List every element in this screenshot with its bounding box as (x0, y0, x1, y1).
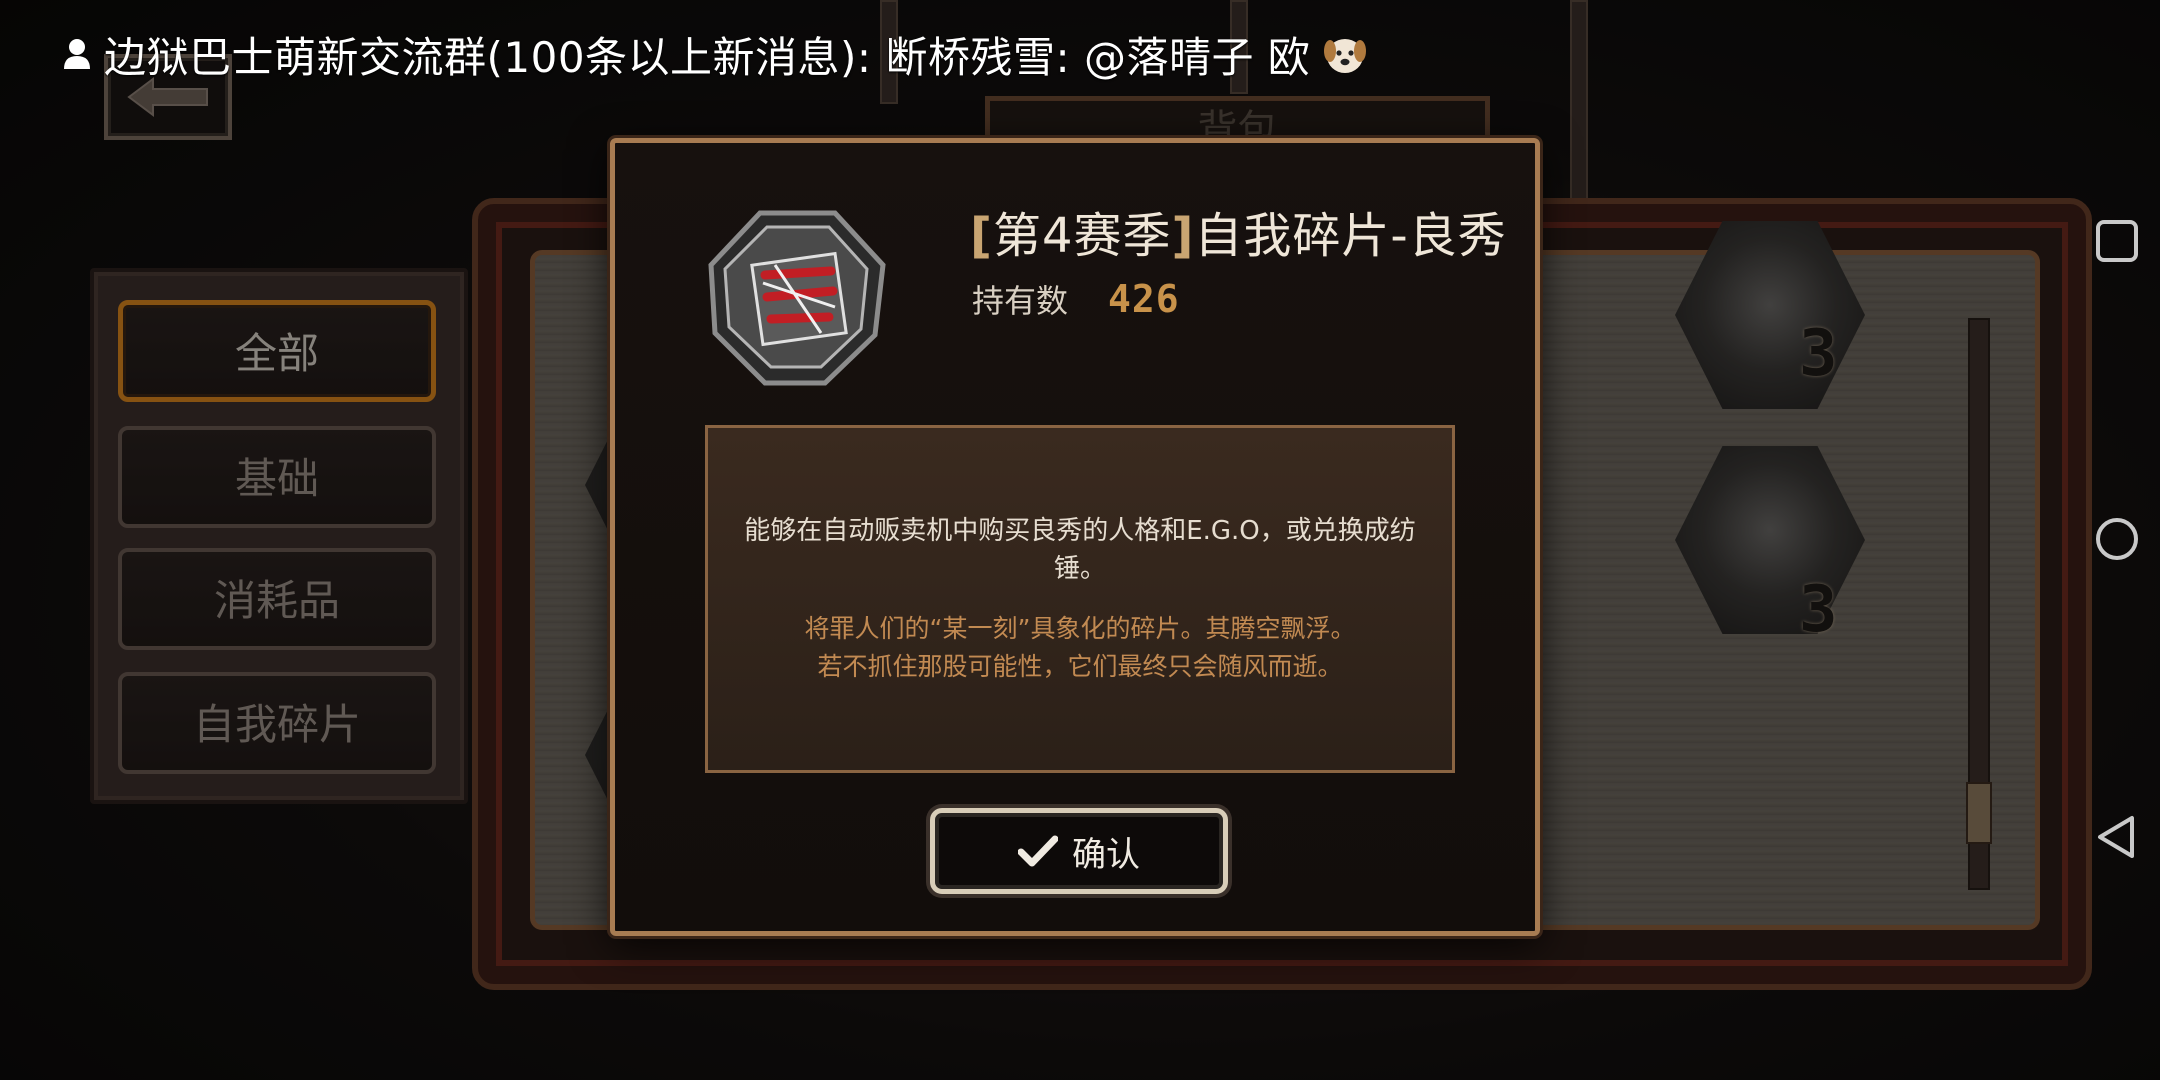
held-count: 426 (1108, 277, 1180, 321)
title-bracket-open: [ (970, 208, 993, 264)
title-season: 第4赛季 (992, 208, 1172, 264)
checkmark-icon (1018, 835, 1058, 867)
held-label: 持有数 (972, 282, 1069, 320)
notification-text: 边狱巴士萌新交流群(100条以上新消息): 断桥残雪: @落晴子 欧 (104, 32, 1311, 82)
confirm-button[interactable]: 确认 (930, 808, 1228, 894)
title-item-name: 自我碎片-良秀 (1194, 208, 1507, 264)
flavor-line: 若不抓住那股可能性，它们最终只会随风而逝。 (817, 652, 1343, 681)
title-bracket-close: ] (1171, 208, 1195, 264)
held-quantity: 持有数 426 (972, 276, 1180, 322)
notification-banner[interactable]: 边狱巴士萌新交流群(100条以上新消息): 断桥残雪: @落晴子 欧 (62, 28, 1368, 82)
user-icon (64, 39, 90, 69)
dog-emoji-icon (1324, 39, 1367, 73)
home-icon[interactable] (2094, 516, 2140, 562)
recent-apps-icon[interactable] (2094, 218, 2140, 264)
item-description-box: 能够在自动贩卖机中购买良秀的人格和E.G.O，或兑换成纺锤。 将罪人们的“某一刻… (705, 425, 1455, 773)
item-description: 能够在自动贩卖机中购买良秀的人格和E.G.O，或兑换成纺锤。 (744, 516, 1416, 584)
item-title: [第4赛季]自我碎片-良秀 (970, 196, 1507, 266)
ego-shard-icon (708, 210, 886, 386)
item-flavor-text: 将罪人们的“某一刻”具象化的碎片。其腾空飘浮。 若不抓住那股可能性，它们最终只会… (805, 610, 1356, 686)
confirm-label: 确认 (1072, 834, 1140, 875)
system-navigation-bar (2090, 0, 2160, 1080)
back-nav-icon[interactable] (2094, 814, 2140, 860)
flavor-line: 将罪人们的“某一刻”具象化的碎片。其腾空飘浮。 (804, 614, 1356, 643)
